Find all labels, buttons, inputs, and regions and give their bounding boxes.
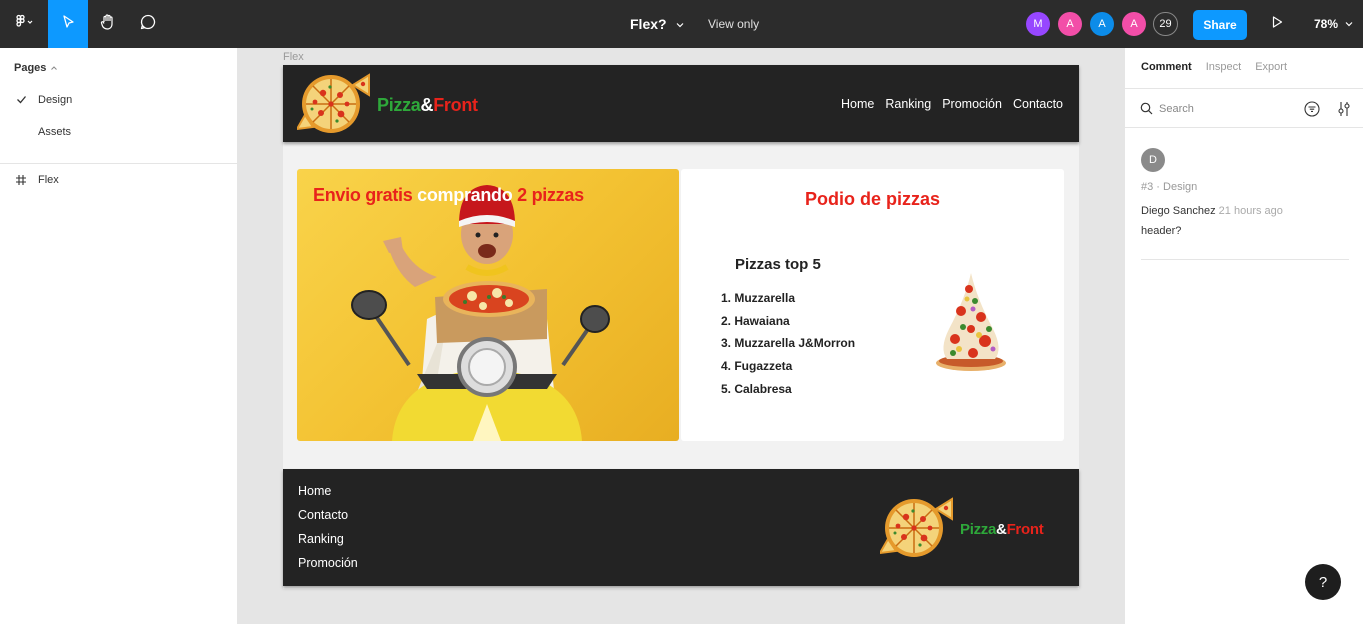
footer-link-home[interactable]: Home (298, 483, 358, 507)
filter-icon[interactable] (1304, 101, 1320, 120)
comment-meta: #3 · Design (1141, 181, 1198, 193)
comment-author: Diego Sanchez (1141, 205, 1216, 217)
view-mode-label: View only (708, 17, 760, 31)
present-play-icon (1270, 15, 1284, 34)
frame-label[interactable]: Flex (283, 51, 304, 63)
site-logo[interactable]: Pizza&Front (295, 71, 478, 140)
file-name: Flex? (630, 16, 667, 32)
list-item: 1. Muzzarella (721, 291, 796, 305)
comment-time: 21 hours ago (1218, 205, 1283, 217)
move-tool-icon (60, 14, 76, 35)
pizza-logo-icon (878, 495, 954, 564)
search-input[interactable] (1159, 100, 1289, 118)
comment-tool-icon (139, 13, 157, 36)
design-canvas[interactable]: Flex Pizza&Front Home Ranking Promoción … (238, 48, 1124, 624)
frame-hash-icon (15, 174, 27, 189)
nav-link-ranking[interactable]: Ranking (885, 97, 931, 111)
left-panel: Pages Design Assets Flex (0, 48, 238, 624)
delivery-rider-illustration (297, 169, 679, 441)
tab-comment[interactable]: Comment (1141, 61, 1192, 73)
comment-divider (1141, 259, 1349, 260)
tab-inspect[interactable]: Inspect (1206, 61, 1241, 73)
top-toolbar: Flex? View only M A A A 29 Share 78% (0, 0, 1363, 48)
list-item: 2. Hawaiana (721, 313, 790, 328)
hand-tool-icon (99, 13, 117, 36)
collaborator-avatar[interactable]: A (1090, 12, 1114, 36)
page-item-assets[interactable]: Assets (0, 118, 237, 146)
layer-item-flex[interactable]: Flex (0, 166, 237, 194)
file-name-dropdown[interactable]: Flex? (630, 0, 685, 48)
collaborator-avatar[interactable]: A (1122, 12, 1146, 36)
figma-menu-icon (13, 14, 35, 35)
avatar-initial: A (1066, 18, 1074, 30)
footer-link-promocion[interactable]: Promoción (298, 555, 358, 579)
pages-label: Pages (14, 62, 47, 74)
list-item: 5. Calabresa (721, 381, 792, 396)
podium-title: Podio de pizzas (804, 189, 941, 209)
settings-sliders-icon[interactable] (1337, 101, 1351, 120)
site-nav: Home Ranking Promoción Contacto (841, 65, 1063, 142)
layer-label: Flex (38, 174, 59, 186)
flex-frame[interactable]: Pizza&Front Home Ranking Promoción Conta… (283, 65, 1079, 589)
brand-name: Pizza&Front (377, 95, 478, 115)
site-footer: Home Contacto Ranking Promoción Pizza&Fr… (283, 469, 1079, 586)
nav-link-home[interactable]: Home (841, 97, 874, 111)
zoom-level: 78% (1314, 17, 1339, 31)
panel-divider (0, 163, 237, 164)
avatar-initial: M (1033, 18, 1043, 30)
hand-tool-button[interactable] (88, 0, 128, 48)
chevron-up-icon (50, 62, 58, 74)
avatar-initial: A (1130, 18, 1138, 30)
chevron-down-icon (1344, 17, 1354, 31)
promo-banner[interactable]: Envio gratis comprando 2 pizzas (297, 169, 679, 441)
pizza-logo-icon (295, 71, 371, 140)
collaborator-avatar[interactable]: A (1058, 12, 1082, 36)
zoom-dropdown[interactable]: 78% (1314, 0, 1354, 48)
brand-name: Pizza&Front (960, 521, 1044, 538)
nav-link-contacto[interactable]: Contacto (1013, 97, 1063, 111)
comment-text[interactable]: header? (1141, 225, 1181, 237)
avatar-initial: A (1098, 18, 1106, 30)
podium-card: Podio de pizzas Pizzas top 5 1. Muzzarel… (681, 169, 1064, 441)
list-item: 3. Muzzarella J&Morron (721, 336, 856, 351)
pages-section-toggle[interactable]: Pages (14, 62, 58, 74)
help-button[interactable]: ? (1305, 564, 1341, 600)
chevron-down-icon (675, 16, 685, 32)
page-item-design[interactable]: Design (0, 86, 237, 114)
collaborator-count[interactable]: 29 (1153, 12, 1178, 36)
comment-author-line[interactable]: Diego Sanchez 21 hours ago (1141, 205, 1283, 217)
search-icon (1140, 102, 1153, 118)
footer-link-ranking[interactable]: Ranking (298, 531, 358, 555)
footer-link-contacto[interactable]: Contacto (298, 507, 358, 531)
page-label: Design (38, 94, 73, 106)
present-button[interactable] (1262, 0, 1292, 48)
promo-headline: Envio gratis comprando 2 pizzas (313, 185, 584, 205)
comment-avatar[interactable]: D (1141, 148, 1165, 172)
footer-links: Home Contacto Ranking Promoción (298, 483, 358, 579)
checkmark-icon (16, 94, 27, 108)
main-menu-button[interactable] (0, 0, 48, 48)
right-panel: Comment Inspect Export D #3 · Design Die… (1124, 48, 1363, 624)
top5-list: 1. Muzzarella 2. Hawaiana 3. Muzzarella … (721, 287, 855, 400)
collaborator-avatar[interactable]: M (1026, 12, 1050, 36)
comment-search-bar (1125, 88, 1363, 128)
pizza-tower-illustration (933, 269, 1009, 380)
list-item: 4. Fugazzeta (721, 359, 793, 374)
move-tool-button[interactable] (48, 0, 88, 48)
comment-tool-button[interactable] (128, 0, 168, 48)
nav-link-promocion[interactable]: Promoción (942, 97, 1002, 111)
top5-title: Pizzas top 5 (735, 256, 821, 273)
share-button[interactable]: Share (1193, 10, 1247, 40)
footer-logo[interactable]: Pizza&Front (878, 495, 1044, 564)
page-label: Assets (38, 126, 72, 138)
site-header: Pizza&Front Home Ranking Promoción Conta… (283, 65, 1079, 142)
tab-export[interactable]: Export (1255, 61, 1287, 73)
panel-tabs: Comment Inspect Export (1141, 61, 1287, 73)
